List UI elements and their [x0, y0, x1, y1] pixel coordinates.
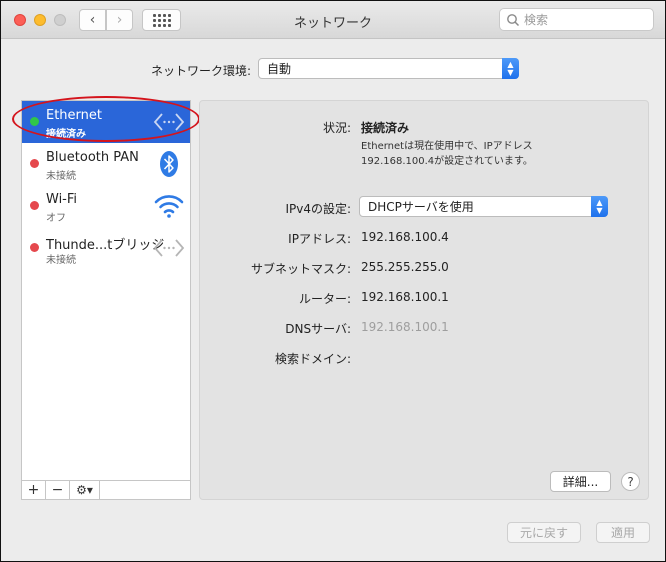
- title-bar: ‹ › ネットワーク: [1, 1, 665, 39]
- popup-arrows-icon: ▲ ▼: [502, 58, 519, 79]
- subnet-mask-label: サブネットマスク:: [250, 262, 351, 276]
- service-name: Bluetooth PAN: [46, 150, 139, 165]
- revert-button[interactable]: 元に戻す: [507, 522, 581, 543]
- service-list-toolbar: + − ⚙▾: [21, 480, 191, 500]
- service-item-thunderbolt-bridge[interactable]: Thunde...tブリッジ 未接続: [22, 227, 190, 269]
- subnet-mask-value: 255.255.255.0: [361, 260, 449, 274]
- search-domain-label: 検索ドメイン:: [274, 352, 351, 366]
- apply-button[interactable]: 適用: [596, 522, 650, 543]
- router-label: ルーター:: [298, 292, 351, 306]
- ipv4-value: DHCPサーバを使用: [368, 200, 474, 214]
- remove-service-button[interactable]: −: [46, 481, 70, 499]
- dns-server-label: DNSサーバ:: [285, 322, 351, 336]
- bluetooth-icon: [160, 151, 178, 177]
- popup-arrows-icon: ▲ ▼: [591, 196, 608, 217]
- dns-server-value: 192.168.100.1: [361, 320, 449, 334]
- service-item-bluetooth-pan[interactable]: Bluetooth PAN 未接続: [22, 143, 190, 185]
- ip-address-label: IPアドレス:: [288, 232, 351, 246]
- ipv4-label: IPv4の設定:: [285, 202, 351, 216]
- service-status: 未接続: [46, 171, 76, 182]
- wifi-icon: [154, 195, 184, 218]
- status-label: 状況:: [322, 121, 351, 135]
- search-input[interactable]: [524, 12, 644, 27]
- detail-panel: 状況: 接続済み Ethernetは現在使用中で、IPアドレス 192.168.…: [199, 100, 649, 500]
- thunderbolt-bridge-icon: [153, 239, 185, 257]
- status-description-line2: 192.168.100.4が設定されています。: [361, 156, 533, 167]
- search-icon: [507, 13, 520, 26]
- network-preferences-window: ‹ › ネットワーク ネットワーク環境: 自動 ▲▼ E: [0, 0, 666, 562]
- service-list: Ethernet 接続済み Bluetooth PAN 未接続 Wi-Fi オフ: [21, 100, 191, 481]
- help-button[interactable]: ?: [621, 472, 640, 491]
- location-popup[interactable]: 自動 ▲ ▼: [258, 58, 519, 79]
- service-name: Wi-Fi: [46, 192, 78, 207]
- status-description-line1: Ethernetは現在使用中で、IPアドレス: [361, 141, 533, 152]
- router-value: 192.168.100.1: [361, 290, 449, 304]
- ipv4-configure-popup[interactable]: DHCPサーバを使用 ▲ ▼: [359, 196, 608, 217]
- location-label: ネットワーク環境:: [151, 64, 252, 78]
- service-status: 未接続: [46, 255, 76, 266]
- service-item-wifi[interactable]: Wi-Fi オフ: [22, 185, 190, 227]
- annotation-ellipse: [12, 96, 200, 142]
- status-dot-icon: [30, 159, 39, 168]
- ip-address-value: 192.168.100.4: [361, 230, 449, 244]
- gear-menu-button[interactable]: ⚙▾: [70, 481, 100, 499]
- search-field[interactable]: [499, 8, 654, 31]
- status-value: 接続済み: [361, 121, 410, 135]
- add-service-button[interactable]: +: [22, 481, 46, 499]
- status-description: Ethernetは現在使用中で、IPアドレス 192.168.100.4が設定さ…: [361, 139, 621, 169]
- location-value: 自動: [267, 62, 292, 76]
- status-dot-icon: [30, 243, 39, 252]
- advanced-button[interactable]: 詳細...: [550, 471, 611, 492]
- service-status: オフ: [46, 213, 66, 224]
- status-dot-icon: [30, 201, 39, 210]
